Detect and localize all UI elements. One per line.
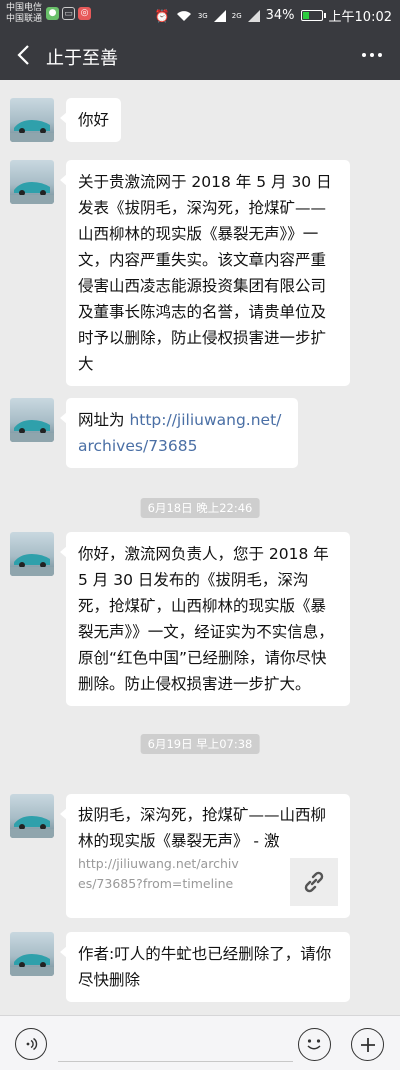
carrier-2: 中国联通	[6, 14, 43, 24]
network-2: 2G	[231, 11, 242, 20]
carrier-1: 中国电信	[6, 3, 43, 13]
carrier-labels: 中国电信 中国联通	[6, 3, 42, 25]
emoji-icon	[307, 1039, 321, 1050]
avatar[interactable]	[10, 532, 54, 576]
network-1: 3G	[197, 11, 208, 20]
message-bubble[interactable]: 作者:叮人的牛虻也已经删除了，请你尽快删除	[60, 932, 350, 1002]
message-bubble[interactable]: 关于贵激流网于 2018 年 5 月 30 日发表《拔阴毛，深沟死，抢煤矿——山…	[60, 160, 350, 386]
clock: 上午10:02	[328, 10, 392, 25]
battery-icon	[300, 10, 326, 21]
notification-icons: ● ▭ ◎	[46, 7, 91, 20]
voice-icon	[26, 1037, 38, 1051]
signal-icon-2	[247, 9, 260, 22]
back-button[interactable]	[8, 38, 38, 72]
emoji-button[interactable]	[298, 1028, 331, 1061]
message-row: 作者:叮人的牛虻也已经删除了，请你尽快删除	[10, 932, 390, 1002]
cast-icon: ▭	[62, 7, 75, 20]
chat-title: 止于至善	[46, 48, 118, 69]
share-thumbnail	[290, 858, 338, 906]
message-bubble[interactable]: 网址为 http://jiliuwang.net/archives/73685	[60, 398, 298, 468]
message-input[interactable]	[58, 1025, 293, 1062]
wechat-icon: ●	[46, 7, 59, 20]
alarm-icon: ⏰	[154, 8, 170, 23]
input-bar	[0, 1015, 400, 1070]
plus-icon	[360, 1037, 375, 1052]
share-url: http://jiliuwang.net/archives/73685?from…	[78, 856, 239, 891]
more-dots-icon	[362, 53, 366, 57]
more-dot	[378, 53, 382, 57]
link-share-card[interactable]: 拔阴毛，深沟死，抢煤矿——山西柳林的现实版《暴裂无声》 - 激 http://j…	[60, 794, 350, 918]
avatar[interactable]	[10, 932, 54, 976]
message-row: 你好	[10, 98, 390, 144]
battery-fill	[302, 12, 310, 19]
chevron-left-icon	[17, 45, 29, 65]
status-bar: 中国电信 中国联通 ● ▭ ◎ ⏰ 3G 2G 34% 上午10:02	[0, 0, 400, 30]
wifi-icon	[176, 10, 191, 21]
link-icon	[304, 871, 324, 893]
timestamp-divider: 6月19日 早上07:38	[140, 734, 260, 754]
notification-app-icon: ◎	[78, 7, 91, 20]
avatar[interactable]	[10, 398, 54, 442]
message-bubble[interactable]: 你好	[59, 98, 122, 142]
message-row: 拔阴毛，深沟死，抢煤矿——山西柳林的现实版《暴裂无声》 - 激 http://j…	[10, 794, 390, 918]
more-dot	[370, 53, 374, 57]
link-prefix: 网址为	[78, 411, 130, 429]
timestamp-divider: 6月18日 晚上22:46	[140, 498, 260, 518]
message-row: 网址为 http://jiliuwang.net/archives/73685	[10, 398, 390, 468]
message-bubble[interactable]: 你好，激流网负责人，您于 2018 年 5 月 30 日发布的《拔阴毛，深沟死，…	[60, 532, 350, 706]
more-button[interactable]	[354, 40, 390, 70]
message-list[interactable]: 你好 关于贵激流网于 2018 年 5 月 30 日发表《拔阴毛，深沟死，抢煤矿…	[0, 80, 400, 1015]
more-functions-button[interactable]	[351, 1028, 384, 1061]
voice-button[interactable]	[15, 1028, 47, 1060]
avatar[interactable]	[10, 794, 54, 838]
signal-icon	[213, 9, 226, 22]
message-row: 你好，激流网负责人，您于 2018 年 5 月 30 日发布的《拔阴毛，深沟死，…	[10, 532, 390, 728]
message-row: 关于贵激流网于 2018 年 5 月 30 日发表《拔阴毛，深沟死，抢煤矿——山…	[10, 160, 390, 386]
chat-header: 止于至善	[0, 30, 400, 80]
share-title: 拔阴毛，深沟死，抢煤矿——山西柳林的现实版《暴裂无声》 - 激	[78, 806, 327, 850]
avatar[interactable]	[10, 98, 54, 142]
avatar[interactable]	[10, 160, 54, 204]
status-right: ⏰ 3G 2G 34% 上午10:02	[155, 6, 392, 25]
battery-percent: 34%	[265, 8, 295, 23]
